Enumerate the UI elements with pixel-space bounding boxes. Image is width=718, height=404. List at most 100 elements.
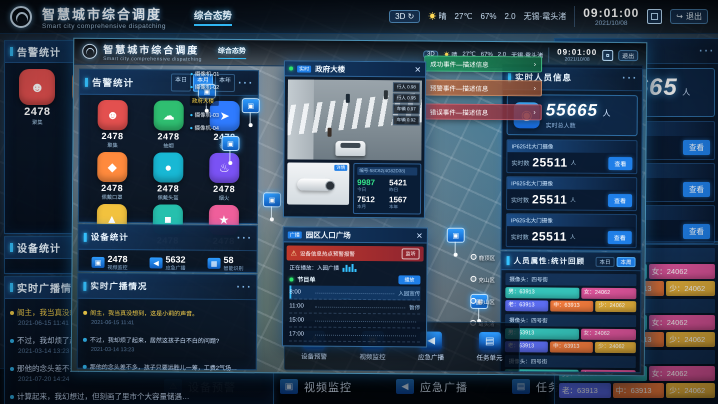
dock-item-broadcast[interactable]: ◀应急广播: [396, 379, 468, 395]
bullet-camera-icon: [297, 179, 333, 191]
view-button[interactable]: 查看: [683, 140, 710, 155]
tab-week[interactable]: 本周: [617, 257, 636, 267]
attr-group: 摄像头：四号街 男：63913女：24062 老：63913中：63913少：2…: [505, 314, 636, 353]
alarm-tile-smoke[interactable]: ♨2478烟火: [197, 153, 251, 202]
region-label[interactable]: 充山区: [470, 276, 495, 284]
plaza-broadcast-popup: 广播 园区人口广场 ✕ ⚠ 设备信息热点预警报警 监听 正在播放：入园广播 节目…: [282, 226, 428, 347]
view-button[interactable]: 查看: [683, 182, 710, 197]
schedule-row[interactable]: 15:00: [289, 313, 420, 328]
broadcast-item[interactable]: 阁主，我当真没想到，这是小莉的声音。2021-06-15 11:41: [83, 302, 251, 327]
device-stat-broadcast[interactable]: ◀5632应急广播: [149, 254, 185, 271]
chevron-right-icon: ›: [533, 109, 535, 116]
dock-item-video[interactable]: ▣视频监控: [280, 379, 352, 395]
location: 无锡·鼋头渚: [524, 11, 567, 22]
tab-overview[interactable]: 综合态势: [194, 8, 232, 26]
broadcast-icon: ◀: [396, 379, 414, 394]
alarm-tile-helmet[interactable]: ●2478佩戴头盔: [141, 152, 195, 201]
detail-badge[interactable]: 详情: [334, 165, 347, 171]
view-button[interactable]: 查看: [683, 224, 710, 239]
panel-title: 人员属性:统计回顾: [514, 255, 586, 267]
device-stat-video[interactable]: ▣2478视频监控: [91, 254, 127, 271]
exit-button[interactable]: 退出: [618, 50, 638, 61]
camera-video-feed[interactable]: 行人 0.98 行人 0.95 车辆 0.97 车辆 0.92: [287, 79, 422, 160]
view-button[interactable]: 查看: [608, 193, 632, 206]
equalizer-icon: [342, 264, 356, 272]
sun-icon: ☀: [428, 12, 436, 21]
tab-today[interactable]: 本日: [596, 256, 615, 266]
app-subtitle: Smart city comprehensive dispatching: [42, 23, 166, 30]
alarm-tile-smoking[interactable]: ☁2478抽烟: [141, 100, 195, 149]
broadcast-item[interactable]: 不过，我却烦了起来，居然这孩子白不白的问题?2021-03-14 13:23: [83, 329, 251, 354]
more-icon[interactable]: ···: [235, 278, 251, 296]
bar-old: 老：63913: [559, 383, 611, 398]
camera-device-photo[interactable]: 详情: [287, 162, 349, 204]
broadcast-tag: 广播: [288, 231, 302, 238]
bullet-icon: [83, 338, 87, 342]
view-button[interactable]: 查看: [608, 230, 632, 243]
alarm-tile-mask[interactable]: ◆2478佩戴口罩: [85, 152, 139, 201]
gate-row: IP625北大门摄像 实时数25511人查看: [506, 213, 637, 248]
camera-name: 摄像头：四号街: [505, 314, 636, 327]
camera-marker[interactable]: ▣: [242, 98, 260, 113]
chevron-right-icon: ›: [534, 85, 536, 92]
fullscreen-button[interactable]: [647, 9, 662, 24]
close-icon[interactable]: ✕: [416, 231, 423, 240]
play-button[interactable]: 播放: [398, 275, 420, 284]
tab-today[interactable]: 本日: [171, 74, 191, 92]
detection-chip: 行人 0.98: [393, 82, 420, 92]
poi-label[interactable]: ● 摄像机-04: [190, 124, 219, 132]
poi-label[interactable]: ● 摄像机-02: [190, 83, 219, 91]
alarm-tile-crowd[interactable]: ☻2478聚集: [85, 100, 139, 149]
mode-3d-toggle[interactable]: 3D ↻: [389, 10, 420, 23]
bar-young: 少：24062: [666, 281, 715, 296]
mask-icon: ◆: [97, 152, 127, 182]
region-label[interactable]: 鹿顶区: [471, 254, 496, 262]
popup-title: 政府大楼: [315, 63, 345, 74]
toast-error[interactable]: 错误事件—描述信息›: [424, 104, 542, 121]
toast-success[interactable]: 成功事件—描述信息›: [424, 56, 542, 73]
bullet-icon: [10, 339, 14, 343]
close-icon[interactable]: ✕: [414, 65, 421, 74]
alarm-tile-crowd[interactable]: ☻ 2478 聚集: [13, 69, 62, 126]
schedule-row[interactable]: 8:00入园宣传: [289, 285, 420, 300]
more-icon[interactable]: ···: [698, 42, 714, 60]
smoke-fire-icon: ♨: [209, 153, 239, 183]
date: 2021/10/08: [557, 57, 597, 63]
schedule-row[interactable]: 17:00: [289, 327, 420, 342]
camera-marker[interactable]: ▣: [263, 192, 281, 207]
view-button[interactable]: 查看: [608, 156, 632, 169]
broadcast-item[interactable]: 计算起来，我幻想过，但刻画了里市个大容量储遇…2021-11-13 14:02: [10, 386, 268, 404]
poi-label[interactable]: ● 摄像机-01: [190, 70, 219, 78]
device-stat-ai[interactable]: ▦58智能识别: [207, 255, 243, 272]
exit-button[interactable]: ↪退出: [670, 9, 708, 24]
toast-warning[interactable]: 预警事件—描述信息›: [424, 80, 542, 97]
dock-item-task[interactable]: ▤任务单元: [477, 332, 503, 362]
poi-label[interactable]: ● 摄像机-03: [190, 111, 219, 119]
bar-mid: 中：63913: [613, 383, 665, 398]
bar-female: 女：24062: [649, 315, 715, 330]
listen-button[interactable]: 监听: [402, 248, 420, 259]
camera-marker[interactable]: ▣: [221, 136, 239, 151]
poi-label-highlight[interactable]: 政府大楼: [190, 96, 219, 106]
camera-name: 摄像头：四号街: [505, 355, 636, 368]
rotate-icon: ↻: [408, 12, 415, 21]
device-id: 编号-58C62(4G82D38): [357, 167, 417, 175]
task-icon: ▤: [479, 332, 501, 350]
region-label[interactable]: 犊山区: [470, 298, 495, 306]
bar-female: 女：24062: [649, 366, 715, 381]
app-subtitle: Smart city comprehensive dispatching: [103, 56, 202, 63]
tab-overview[interactable]: 综合态势: [218, 46, 246, 59]
app-logo-icon: [10, 6, 32, 28]
live-dot-icon: [289, 66, 293, 70]
fullscreen-button[interactable]: [602, 50, 613, 61]
camera-marker[interactable]: ▣: [447, 228, 465, 243]
more-icon[interactable]: ···: [621, 69, 637, 87]
temperature: 27℃: [455, 12, 473, 21]
detection-chip: 车辆 0.97: [393, 104, 420, 114]
schedule-row[interactable]: 11:00暂停: [289, 299, 420, 314]
bar-female: 女：24062: [581, 288, 637, 299]
app-title: 智慧城市综合调度: [42, 4, 166, 23]
more-icon[interactable]: ···: [236, 229, 252, 247]
inner-window: 智慧城市综合调度 Smart city comprehensive dispat…: [71, 38, 648, 376]
more-icon[interactable]: ···: [237, 74, 253, 92]
